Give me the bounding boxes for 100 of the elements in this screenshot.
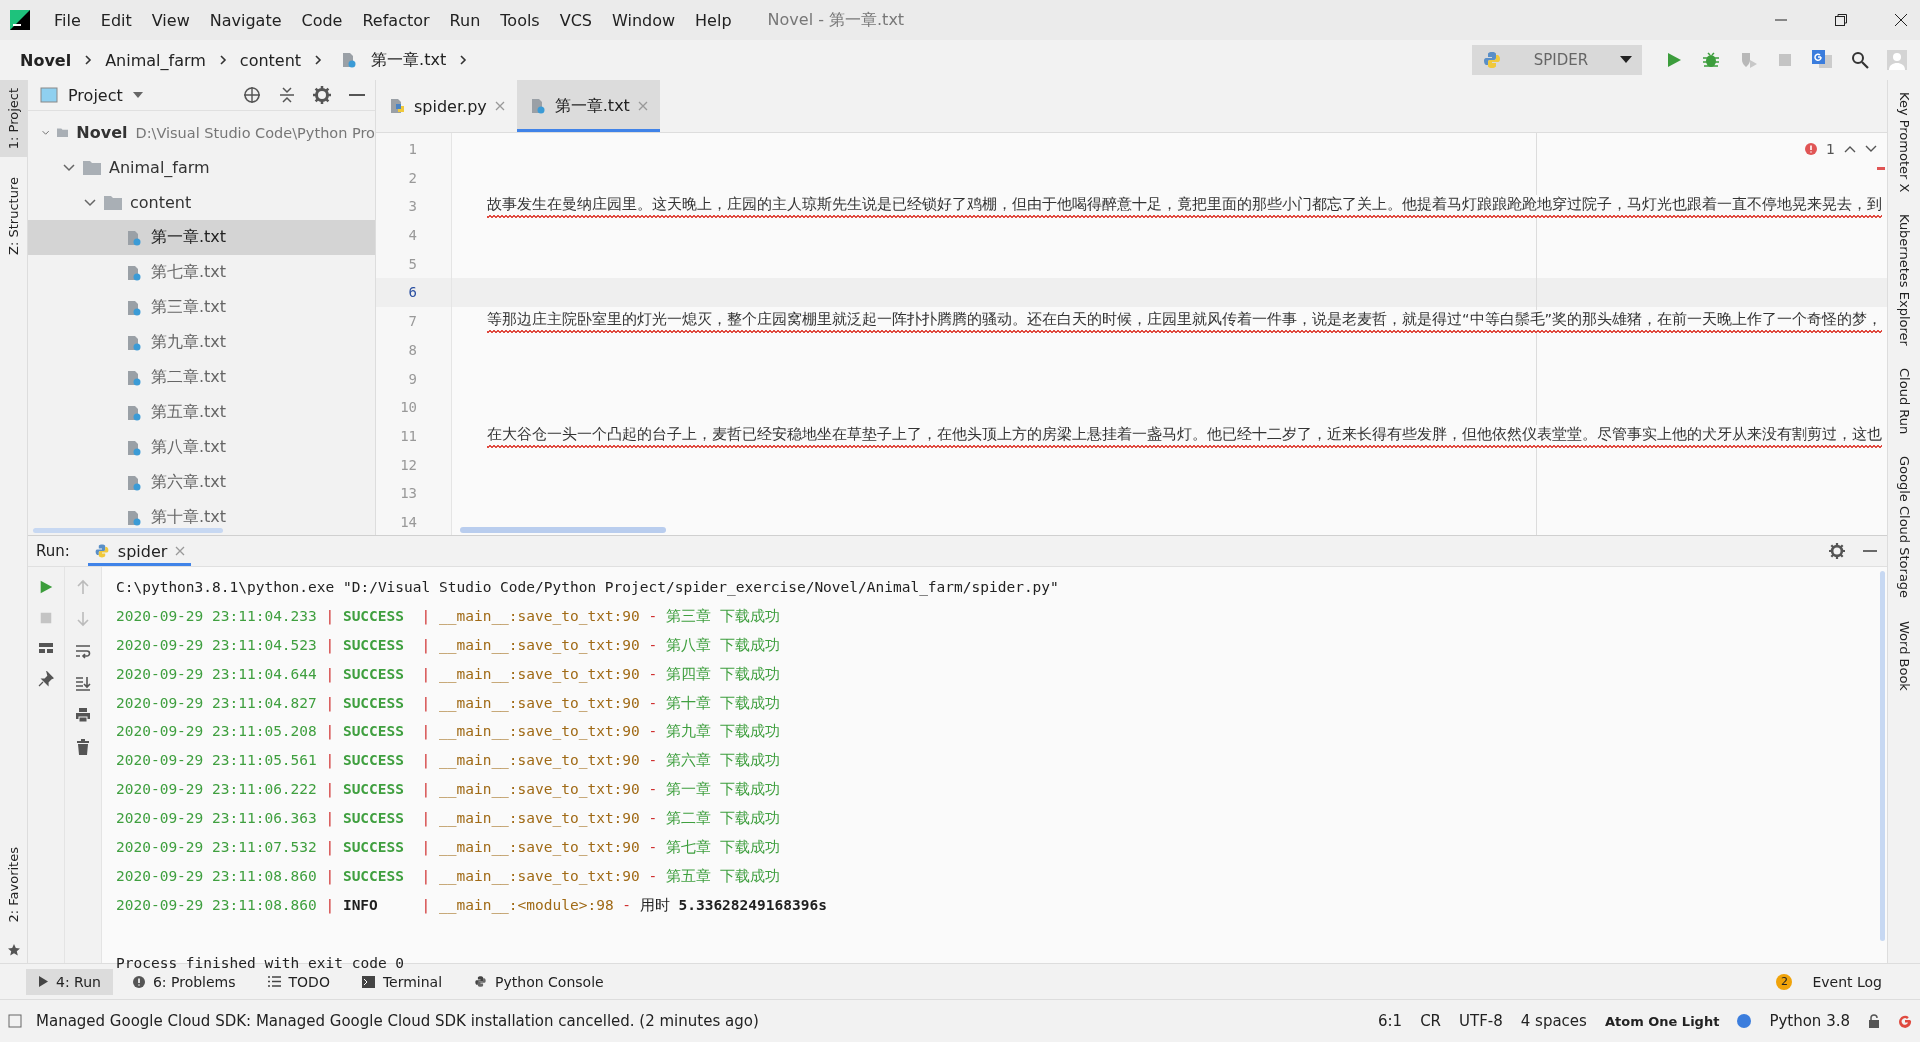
tree-item[interactable]: 第六章.txt (28, 465, 375, 500)
status-item[interactable]: UTF-8 (1459, 1012, 1503, 1030)
log-source: __main__:save_to_txt:90 (439, 866, 640, 887)
tool-window-tab[interactable]: Key Promoter X (1896, 92, 1912, 193)
tool-window-tab[interactable]: Google Cloud Storage (1896, 456, 1912, 599)
tree-item[interactable]: Animal_farm (28, 150, 375, 185)
tree-item[interactable]: 第十章.txt (28, 500, 375, 535)
text-file-icon (125, 403, 143, 422)
menu-item[interactable]: Tools (490, 10, 550, 30)
chevron-right-icon (84, 54, 93, 66)
search-icon[interactable] (1851, 51, 1869, 69)
event-log-tab[interactable]: Event Log (1800, 968, 1894, 995)
tree-item[interactable]: 第一章.txt (28, 220, 375, 255)
settings-icon[interactable] (313, 86, 331, 104)
run-tab[interactable]: spider (87, 536, 192, 566)
chevron-up-icon[interactable] (1844, 145, 1856, 153)
menu-item[interactable]: Refactor (352, 10, 440, 30)
chevron-down-icon[interactable] (42, 128, 50, 137)
log-separator: | (421, 780, 431, 800)
tool-window-tab[interactable]: Cloud Run (1896, 368, 1912, 435)
panel-toggle-icon[interactable] (8, 1014, 22, 1028)
text-file-icon (125, 263, 143, 282)
run-icon[interactable] (1665, 51, 1683, 69)
menu-item[interactable]: Navigate (199, 10, 292, 30)
log-timestamp: 2020-09-29 23:11:04.827 (116, 693, 317, 713)
editor-tab[interactable]: 第一章.txt (516, 80, 660, 132)
status-item[interactable]: 6:1 (1378, 1012, 1403, 1030)
theme-name[interactable]: Atom One Light (1604, 1013, 1720, 1029)
tool-window-tab[interactable]: 2: Favorites (0, 839, 27, 931)
run-configuration-dropdown[interactable]: SPIDER (1472, 45, 1642, 75)
log-source: __main__:save_to_txt:90 (439, 693, 640, 714)
problem-count[interactable]: 1 (1826, 141, 1835, 157)
collapse-all-icon[interactable] (279, 86, 295, 104)
print-icon[interactable] (75, 707, 91, 723)
menu-item[interactable]: View (141, 10, 200, 30)
log-source: __main__:save_to_txt:90 (439, 780, 640, 800)
trash-icon[interactable] (76, 739, 90, 755)
tree-item[interactable]: 第八章.txt (28, 430, 375, 465)
restore-icon[interactable] (1834, 13, 1848, 27)
editor-tab[interactable]: spider.py (376, 80, 517, 132)
tree-item[interactable]: Novel D:\Visual Studio Code\Python Pro (28, 115, 375, 150)
layout-icon[interactable] (38, 641, 54, 655)
tool-window-tab[interactable]: 4: Run (26, 968, 113, 995)
python-file-icon (388, 97, 406, 115)
chevron-down-icon[interactable] (1865, 145, 1877, 153)
tool-window-tab[interactable]: Python Console (462, 968, 616, 995)
menu-item[interactable]: VCS (549, 10, 602, 30)
soft-wrap-icon[interactable] (75, 643, 91, 659)
interpreter[interactable]: Python 3.8 (1769, 1012, 1850, 1030)
tree-item[interactable]: 第九章.txt (28, 325, 375, 360)
translate-icon[interactable] (1811, 49, 1833, 71)
breadcrumb[interactable]: Novel (20, 50, 72, 70)
bug-icon[interactable] (1701, 50, 1721, 70)
chevron-right-icon (459, 54, 468, 66)
text-file-icon (125, 298, 143, 317)
tree-item[interactable]: 第七章.txt (28, 255, 375, 290)
log-separator: | (325, 664, 335, 685)
status-item[interactable]: 4 spaces (1520, 1012, 1587, 1030)
menu-item[interactable]: Help (685, 10, 742, 30)
log-timestamp: 2020-09-29 23:11:05.561 (116, 751, 317, 771)
minimize-panel-icon[interactable] (1863, 549, 1877, 553)
crosshair-icon[interactable] (243, 86, 261, 104)
log-level: SUCCESS (342, 780, 405, 800)
status-item[interactable]: CR (1420, 1012, 1442, 1030)
tree-item[interactable]: 第三章.txt (28, 290, 375, 325)
tool-window-tab[interactable]: Z: Structure (0, 169, 27, 264)
menu-item[interactable]: Run (439, 10, 491, 30)
chevron-down-icon[interactable] (63, 163, 75, 172)
chevron-down-icon[interactable] (84, 198, 96, 207)
tool-window-tab[interactable]: 1: Project (0, 80, 27, 158)
tool-window-tab[interactable]: Kubernetes Explorer (1896, 214, 1912, 347)
line-number: 7 (407, 312, 418, 332)
error-icon (1805, 143, 1818, 155)
minimize-panel-icon[interactable] (349, 93, 365, 97)
tree-item[interactable]: 第二章.txt (28, 360, 375, 395)
breadcrumb[interactable]: 第一章.txt (371, 49, 447, 71)
log-separator: | (325, 866, 335, 887)
menu-item[interactable]: Edit (90, 10, 142, 30)
lock-icon[interactable] (1868, 1014, 1880, 1028)
menu-item[interactable]: Window (602, 10, 686, 30)
caret-down-icon[interactable] (132, 92, 143, 98)
tool-window-tab[interactable]: Word Book (1896, 620, 1912, 691)
text-file-icon (125, 333, 143, 352)
log-separator: | (421, 693, 431, 714)
tree-item[interactable]: content (28, 185, 375, 220)
menu-item[interactable]: Code (291, 10, 353, 30)
scroll-to-end-icon[interactable] (75, 675, 91, 691)
menu-item[interactable]: File (44, 10, 91, 30)
log-separator: - (648, 722, 658, 742)
log-message: 第八章 下载成功 (665, 635, 780, 655)
rerun-icon[interactable] (38, 579, 54, 595)
close-icon[interactable] (1894, 13, 1908, 27)
breadcrumb[interactable]: content (239, 50, 302, 70)
panel-title[interactable]: Project (68, 85, 123, 105)
status-message[interactable]: Managed Google Cloud SDK: Managed Google Cloud SDK installation cancelled. (2 minutes ago) (36, 1012, 759, 1030)
tree-item[interactable]: 第五章.txt (28, 395, 375, 430)
google-icon[interactable] (1898, 1014, 1912, 1028)
settings-icon[interactable] (1829, 543, 1845, 559)
breadcrumb[interactable]: Animal_farm (105, 50, 206, 70)
pin-icon[interactable] (38, 671, 54, 687)
